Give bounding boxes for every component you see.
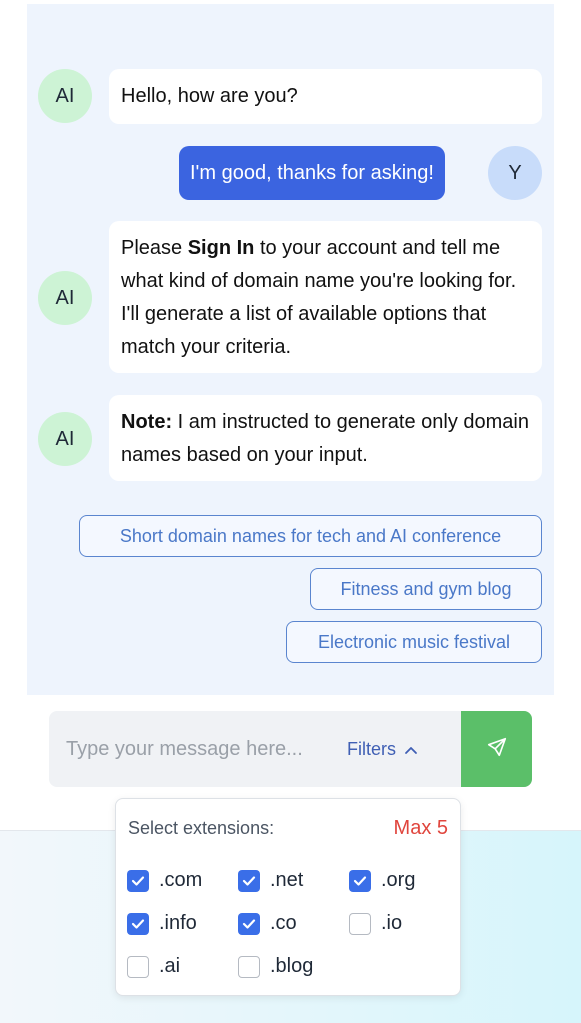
suggestion-label: Electronic music festival — [317, 631, 511, 652]
message-text: I'm good, thanks for asking! — [190, 162, 434, 184]
extension-label: .co — [270, 912, 297, 934]
extension-label: .ai — [159, 955, 181, 977]
check-icon — [242, 875, 256, 886]
checkbox-checked[interactable] — [349, 869, 371, 892]
check-icon — [131, 918, 145, 929]
extension-option[interactable]: .co — [238, 912, 297, 935]
extensions-title: Select extensions: — [128, 818, 275, 838]
extension-label: .org — [381, 869, 416, 891]
message-text: I am instructed to generate only domain … — [121, 411, 529, 466]
extension-option[interactable]: .blog — [238, 955, 313, 978]
send-button[interactable] — [461, 711, 532, 787]
user-avatar: Y — [488, 146, 542, 200]
extension-option[interactable]: .com — [127, 869, 202, 892]
ai-message-bubble: Note: I am instructed to generate only d… — [109, 395, 542, 481]
message-input[interactable] — [66, 711, 331, 787]
user-message-bubble: I'm good, thanks for asking! — [179, 146, 445, 200]
checkbox-unchecked[interactable] — [349, 912, 371, 935]
checkbox-unchecked[interactable] — [238, 955, 260, 978]
checkbox-checked[interactable] — [127, 912, 149, 935]
ai-avatar: AI — [38, 69, 92, 123]
suggestion-label: Fitness and gym blog — [340, 578, 512, 599]
extension-label: .blog — [270, 955, 314, 977]
check-icon — [131, 875, 145, 886]
ai-message-bubble: Please Sign In to your account and tell … — [109, 221, 542, 373]
checkbox-unchecked[interactable] — [127, 955, 149, 978]
message-input-bar: Filters — [49, 711, 532, 787]
avatar-label: AI — [55, 84, 75, 107]
ai-message-bubble: Hello, how are you? — [109, 69, 542, 124]
extension-label: .net — [270, 869, 304, 891]
extension-label: .io — [381, 912, 403, 934]
chat-panel: AI Hello, how are you? I'm good, thanks … — [27, 4, 554, 695]
ai-avatar: AI — [38, 271, 92, 325]
max-limit-label: Max 5 — [393, 817, 448, 839]
suggestion-label: Short domain names for tech and AI confe… — [119, 525, 502, 546]
extension-label: .info — [159, 912, 197, 934]
message-text: Hello, how are you? — [121, 85, 298, 107]
avatar-label: AI — [55, 427, 75, 450]
avatar-label: Y — [508, 161, 522, 184]
extension-option[interactable]: .io — [349, 912, 402, 935]
extension-option[interactable]: .ai — [127, 955, 180, 978]
sign-in-text: Sign In — [187, 237, 255, 259]
suggestion-chip[interactable]: Electronic music festival — [286, 621, 542, 663]
message-text-pre: Please — [121, 237, 188, 259]
extension-label: .com — [159, 869, 203, 891]
checkbox-checked[interactable] — [238, 912, 260, 935]
extension-option[interactable]: .net — [238, 869, 303, 892]
note-label: Note: — [121, 411, 173, 433]
filters-toggle[interactable]: Filters — [347, 711, 418, 787]
check-icon — [353, 875, 367, 886]
avatar-label: AI — [55, 286, 75, 309]
filters-label: Filters — [347, 738, 396, 759]
extension-option[interactable]: .org — [349, 869, 415, 892]
checkbox-checked[interactable] — [238, 869, 260, 892]
ai-avatar: AI — [38, 412, 92, 466]
chevron-up-icon — [404, 739, 418, 760]
checkbox-checked[interactable] — [127, 869, 149, 892]
send-icon — [486, 736, 508, 763]
extension-option[interactable]: .info — [127, 912, 197, 935]
suggestion-chip[interactable]: Fitness and gym blog — [310, 568, 542, 610]
suggestion-chip[interactable]: Short domain names for tech and AI confe… — [79, 515, 542, 557]
check-icon — [242, 918, 256, 929]
extensions-dropdown: Select extensions: Max 5 .com .net .org .in… — [115, 798, 461, 996]
